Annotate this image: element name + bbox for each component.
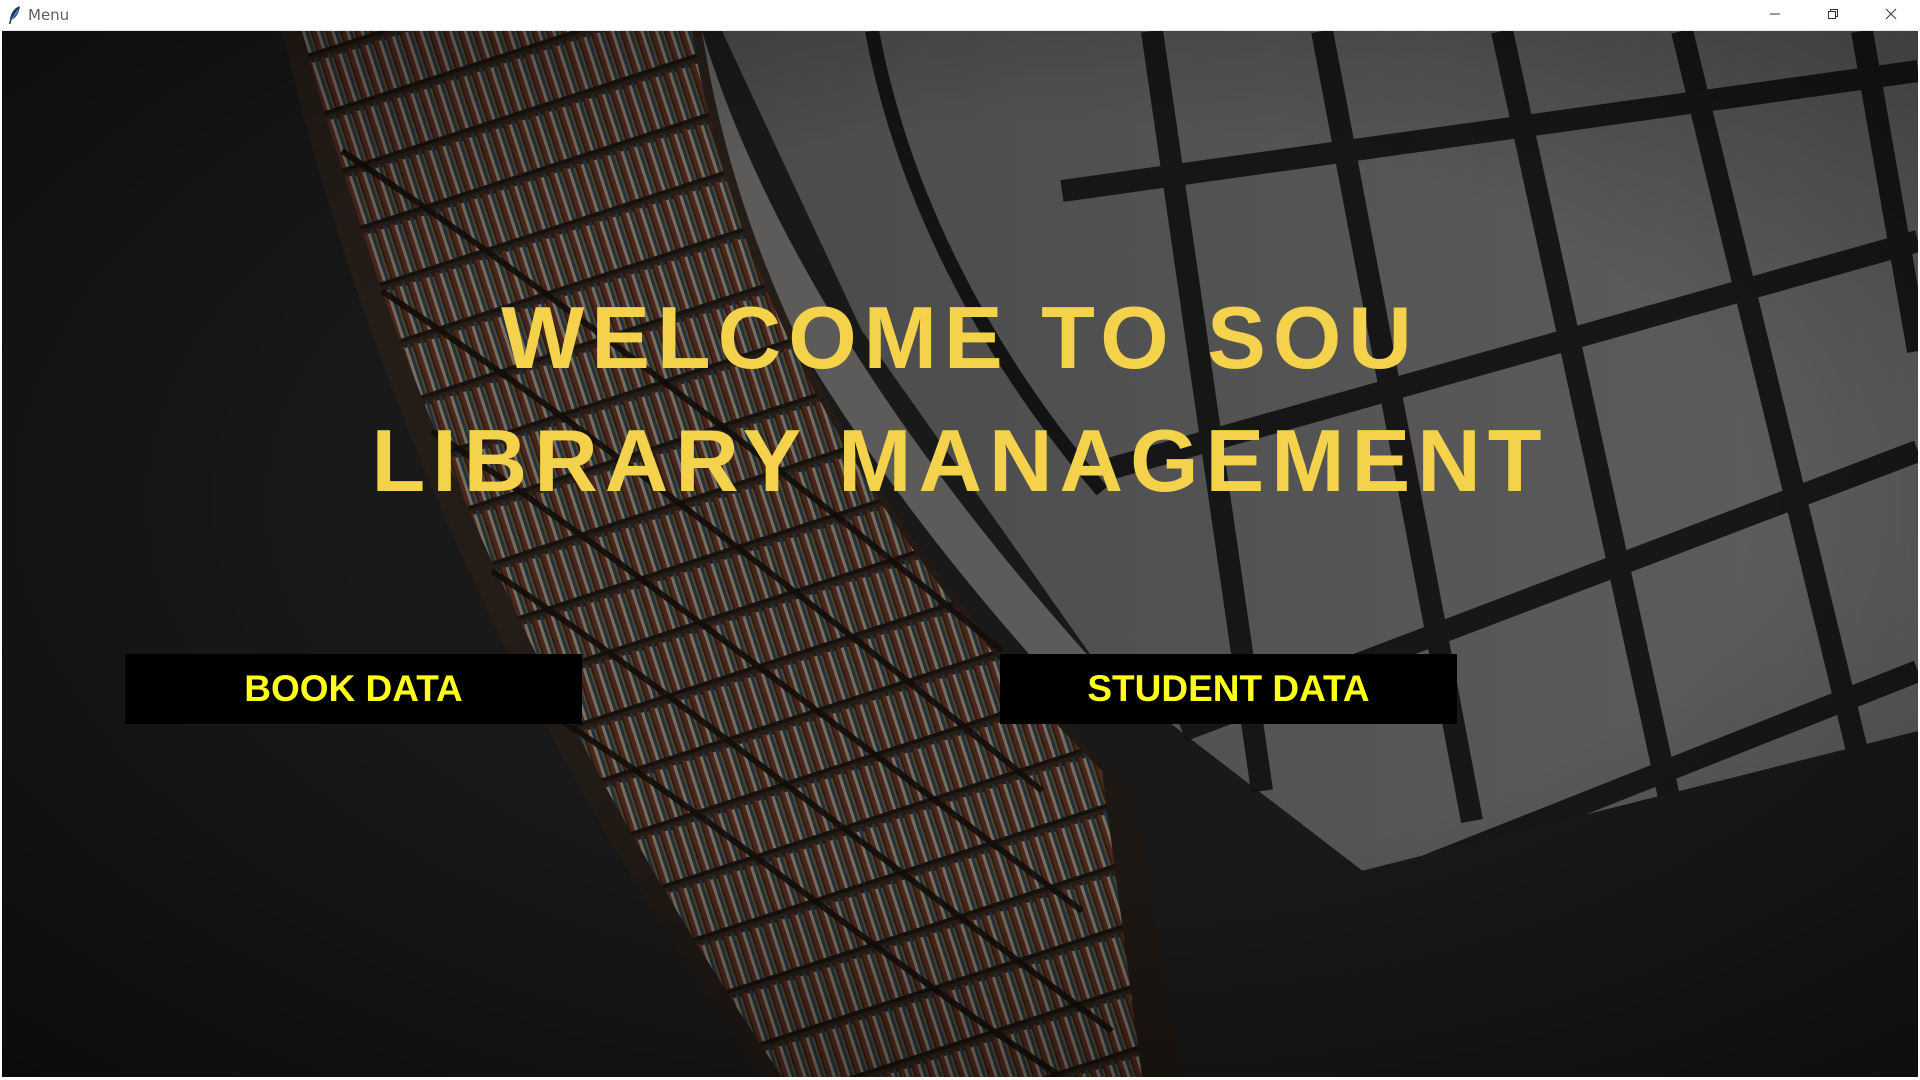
minimize-button[interactable] bbox=[1746, 0, 1804, 31]
student-data-button[interactable]: STUDENT DATA bbox=[1000, 654, 1457, 724]
welcome-heading-line-2: LIBRARY MANAGEMENT bbox=[371, 411, 1549, 510]
library-background-image bbox=[2, 31, 1918, 1077]
book-data-button[interactable]: BOOK DATA bbox=[125, 654, 582, 724]
title-bar[interactable]: Menu bbox=[0, 0, 1920, 31]
feather-icon bbox=[4, 4, 26, 26]
close-button[interactable] bbox=[1862, 0, 1920, 31]
window-controls bbox=[1746, 0, 1920, 31]
restore-button[interactable] bbox=[1804, 0, 1862, 31]
restore-icon bbox=[1827, 7, 1839, 25]
minimize-icon bbox=[1769, 7, 1781, 25]
app-window: Menu WELCOME TO SOU LIBRARY MANAGEMENT B… bbox=[0, 0, 1920, 1080]
window-title: Menu bbox=[28, 6, 70, 24]
menu-canvas: WELCOME TO SOU LIBRARY MANAGEMENT BOOK D… bbox=[2, 31, 1918, 1077]
close-icon bbox=[1885, 7, 1897, 25]
welcome-heading-line-1: WELCOME TO SOU bbox=[501, 288, 1419, 387]
